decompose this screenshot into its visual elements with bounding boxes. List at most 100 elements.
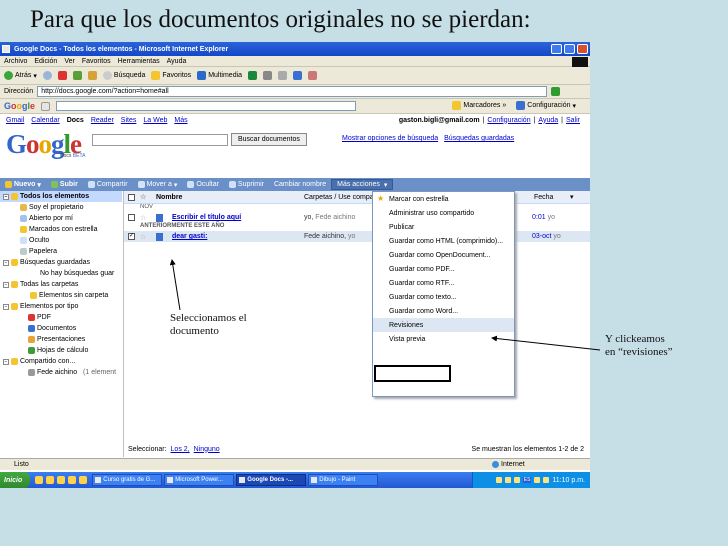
nav-unfoldered[interactable]: Elementos sin carpeta xyxy=(0,290,122,301)
quicklaunch-app-icon[interactable] xyxy=(68,476,77,484)
nav-saved-searches[interactable]: − Búsquedas guardadas xyxy=(0,257,122,268)
doc-title[interactable]: dear gasti: xyxy=(172,233,207,240)
col-name[interactable]: Nombre xyxy=(156,194,182,201)
nav-sites[interactable]: Sites xyxy=(121,117,137,124)
go-icon[interactable] xyxy=(551,87,561,96)
row-checkbox[interactable] xyxy=(128,214,135,221)
nav-reader[interactable]: Reader xyxy=(91,117,114,124)
menu-ayuda[interactable]: Ayuda xyxy=(167,58,187,65)
google-toolbar-search[interactable] xyxy=(56,101,357,111)
nav-items-by-type[interactable]: − Elementos por tipo xyxy=(0,301,122,312)
menu-item-save-text[interactable]: Guardar como texto... xyxy=(373,290,514,304)
nav-gmail[interactable]: Gmail xyxy=(6,117,24,124)
quicklaunch-desktop-icon[interactable] xyxy=(46,476,55,484)
nav-web[interactable]: La Web xyxy=(143,117,167,124)
move-to-button[interactable]: Mover a ▾ xyxy=(133,181,183,189)
col-folders[interactable]: Carpetas / Use compa xyxy=(304,194,374,201)
discuss-icon[interactable] xyxy=(308,71,318,80)
mail-icon[interactable] xyxy=(263,71,273,80)
nav-starred[interactable]: Marcados con estrella xyxy=(0,224,122,235)
select-all-checkbox[interactable] xyxy=(128,193,135,201)
sort-arrow-icon[interactable]: ▾ xyxy=(570,193,574,201)
quicklaunch-ie-icon[interactable] xyxy=(35,476,44,484)
signout-link[interactable]: Salir xyxy=(566,117,580,124)
favorites-button[interactable]: Favoritos xyxy=(151,71,191,80)
bookmarks-button[interactable]: Marcadores » xyxy=(452,101,506,110)
taskbar-button[interactable]: Microsoft Power... xyxy=(164,474,235,486)
print-icon[interactable] xyxy=(278,71,288,80)
hide-button[interactable]: Ocultar xyxy=(182,181,224,188)
close-button[interactable] xyxy=(577,44,588,54)
collapse-icon[interactable]: − xyxy=(3,281,9,288)
taskbar-button-active[interactable]: Google Docs -... xyxy=(236,474,307,486)
menu-item-save-word[interactable]: Guardar como Word... xyxy=(373,304,514,318)
menu-ver[interactable]: Ver xyxy=(64,58,75,65)
table-row[interactable]: ☆ Escribir el título aquí yo, Fede aichi… xyxy=(124,212,590,223)
taskbar-button[interactable]: Dibujo - Paint xyxy=(308,474,379,486)
tray-icon[interactable] xyxy=(534,477,541,483)
menu-archivo[interactable]: Archivo xyxy=(4,58,27,65)
nav-hidden[interactable]: Oculto xyxy=(0,235,122,246)
settings-link[interactable]: Configuración xyxy=(487,117,530,124)
menu-favoritos[interactable]: Favoritos xyxy=(82,58,111,65)
nav-shared-with[interactable]: − Compartido con... xyxy=(0,356,122,367)
nav-all-items[interactable]: − Todos los elementos xyxy=(0,191,122,202)
nav-opened-by-me[interactable]: Abierto por mí xyxy=(0,213,122,224)
saved-searches-link[interactable]: Búsquedas guardadas xyxy=(444,135,514,142)
maximize-button[interactable] xyxy=(564,44,575,54)
minimize-button[interactable] xyxy=(551,44,562,54)
more-actions-button[interactable]: Más acciones ▾ xyxy=(331,179,394,190)
address-input[interactable]: http://docs.google.com/?action=home#all xyxy=(37,86,548,97)
menu-herramientas[interactable]: Herramientas xyxy=(118,58,160,65)
nav-all-folders[interactable]: − Todas las carpetas xyxy=(0,279,122,290)
select-all-link[interactable]: Los 2, xyxy=(171,446,190,453)
menu-item-publish[interactable]: Publicar xyxy=(373,220,514,234)
table-row-selected[interactable]: ✓ ☆ dear gasti: Fede aichino, yo 03-oct … xyxy=(124,231,590,242)
nav-trash[interactable]: Papelera xyxy=(0,246,122,257)
tray-icon[interactable] xyxy=(504,477,511,483)
language-indicator[interactable]: ES xyxy=(522,477,532,483)
show-search-options-link[interactable]: Mostrar opciones de búsqueda xyxy=(342,135,438,142)
menu-item-manage-sharing[interactable]: Administrar uso compartido xyxy=(373,206,514,220)
rename-button[interactable]: Cambiar nombre xyxy=(269,181,331,188)
menu-item-star[interactable]: ★ Marcar con estrella xyxy=(373,192,514,206)
menu-item-save-pdf[interactable]: Guardar como PDF... xyxy=(373,262,514,276)
back-button[interactable]: Atrás ▾ xyxy=(4,71,37,80)
new-button[interactable]: Nuevo ▾ xyxy=(0,181,46,189)
start-button[interactable]: Inicio xyxy=(0,472,31,488)
quicklaunch-app-icon[interactable] xyxy=(79,476,88,484)
multimedia-button[interactable]: Multimedia xyxy=(197,71,242,80)
menu-item-save-rtf[interactable]: Guardar como RTF... xyxy=(373,276,514,290)
star-icon[interactable]: ☆ xyxy=(140,214,146,222)
doc-title[interactable]: Escribir el título aquí xyxy=(172,214,241,221)
menu-item-save-html[interactable]: Guardar como HTML (comprimido)... xyxy=(373,234,514,248)
search-docs-button[interactable]: Buscar documentos xyxy=(231,133,307,146)
tray-icon[interactable] xyxy=(513,477,520,483)
tray-icon[interactable] xyxy=(495,477,502,483)
nav-type-pdf[interactable]: PDF xyxy=(0,312,122,323)
select-none-link[interactable]: Ninguno xyxy=(194,446,220,453)
menu-edicion[interactable]: Edición xyxy=(34,58,57,65)
share-button[interactable]: Compartir xyxy=(83,181,133,188)
nav-more[interactable]: Más xyxy=(174,117,187,124)
refresh-icon[interactable] xyxy=(72,71,82,80)
home-icon[interactable] xyxy=(87,71,97,80)
collapse-icon[interactable]: − xyxy=(3,193,9,200)
nav-type-presentations[interactable]: Presentaciones xyxy=(0,334,122,345)
nav-owned-by-me[interactable]: Soy el propietario xyxy=(0,202,122,213)
nav-type-spreadsheets[interactable]: Hojas de cálculo xyxy=(0,345,122,356)
collapse-icon[interactable]: − xyxy=(3,259,9,266)
taskbar-button[interactable]: Curso gratis de G... xyxy=(92,474,163,486)
menu-item-save-odt[interactable]: Guardar como OpenDocument... xyxy=(373,248,514,262)
search-button[interactable]: Búsqueda xyxy=(102,71,145,80)
menu-item-revisions[interactable]: Revisiones xyxy=(373,318,514,332)
nav-calendar[interactable]: Calendar xyxy=(31,117,59,124)
nav-type-documents[interactable]: Documentos xyxy=(0,323,122,334)
quicklaunch-media-icon[interactable] xyxy=(57,476,66,484)
collapse-icon[interactable]: − xyxy=(3,303,9,310)
google-g-icon[interactable] xyxy=(41,101,51,111)
row-checkbox-checked[interactable]: ✓ xyxy=(128,233,135,240)
upload-button[interactable]: Subir xyxy=(46,181,83,188)
star-icon[interactable]: ☆ xyxy=(140,233,146,241)
forward-arrow-icon[interactable] xyxy=(42,71,52,80)
